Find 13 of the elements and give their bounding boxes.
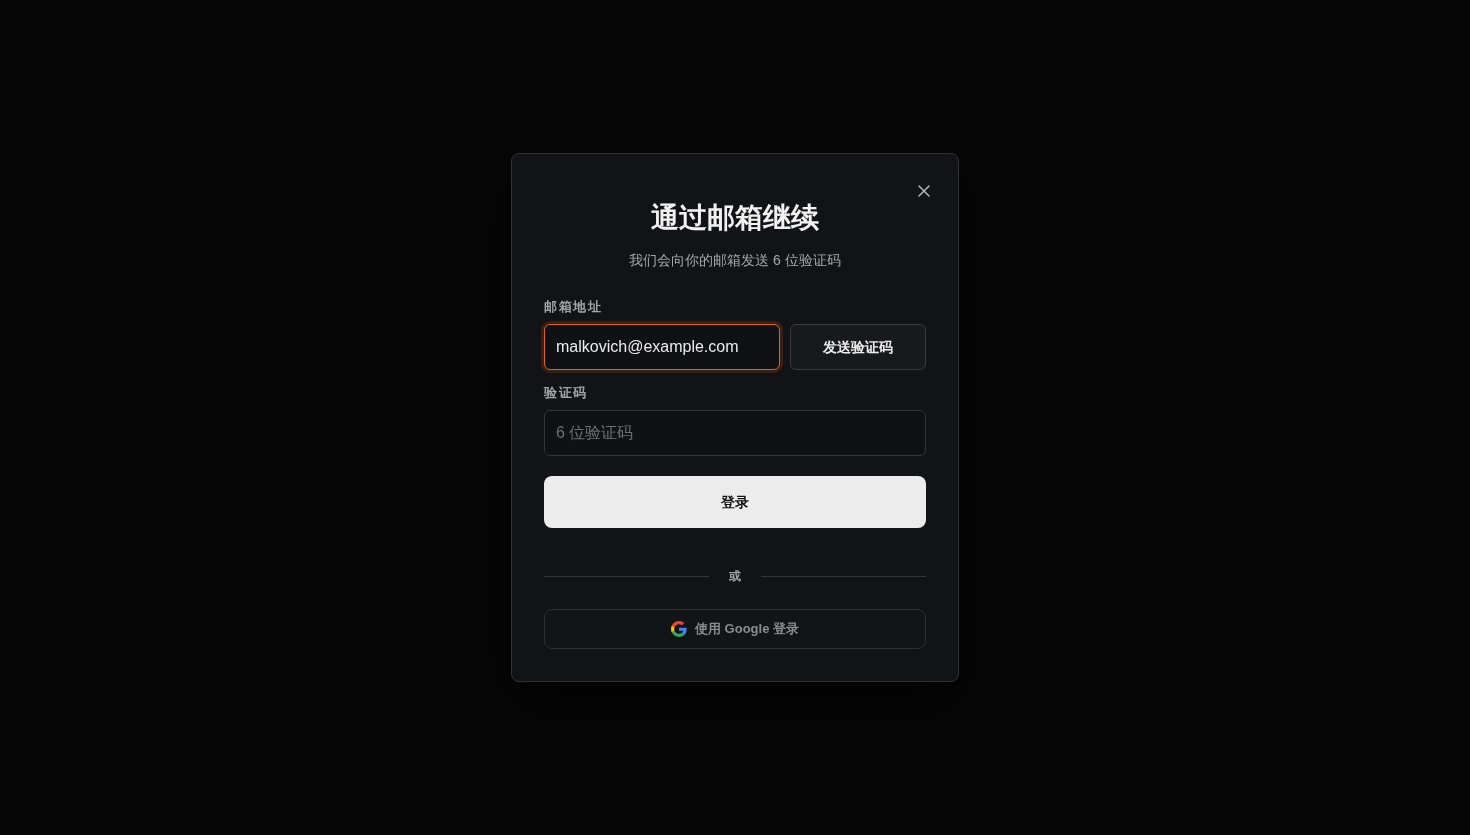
close-button[interactable] bbox=[917, 184, 931, 198]
google-login-button[interactable]: 使用 Google 登录 bbox=[544, 609, 926, 649]
field-label: 验证码 bbox=[544, 384, 589, 402]
google-g-icon bbox=[671, 621, 687, 637]
login-button[interactable]: 登录 bbox=[544, 476, 926, 528]
close-icon bbox=[918, 185, 930, 197]
send-code-button[interactable]: 发送验证码 bbox=[790, 324, 926, 370]
dialog-subtitle: 我们会向你的邮箱发送 6 位验证码 bbox=[628, 251, 842, 270]
divider-text: 或 bbox=[729, 568, 741, 585]
dialog-title: 通过邮箱继续 bbox=[650, 201, 820, 235]
email-input[interactable]: malkovich@example.com bbox=[544, 324, 780, 370]
code-input[interactable]: 6 位验证码 bbox=[544, 410, 926, 456]
field-label: 邮箱地址 bbox=[544, 298, 604, 316]
